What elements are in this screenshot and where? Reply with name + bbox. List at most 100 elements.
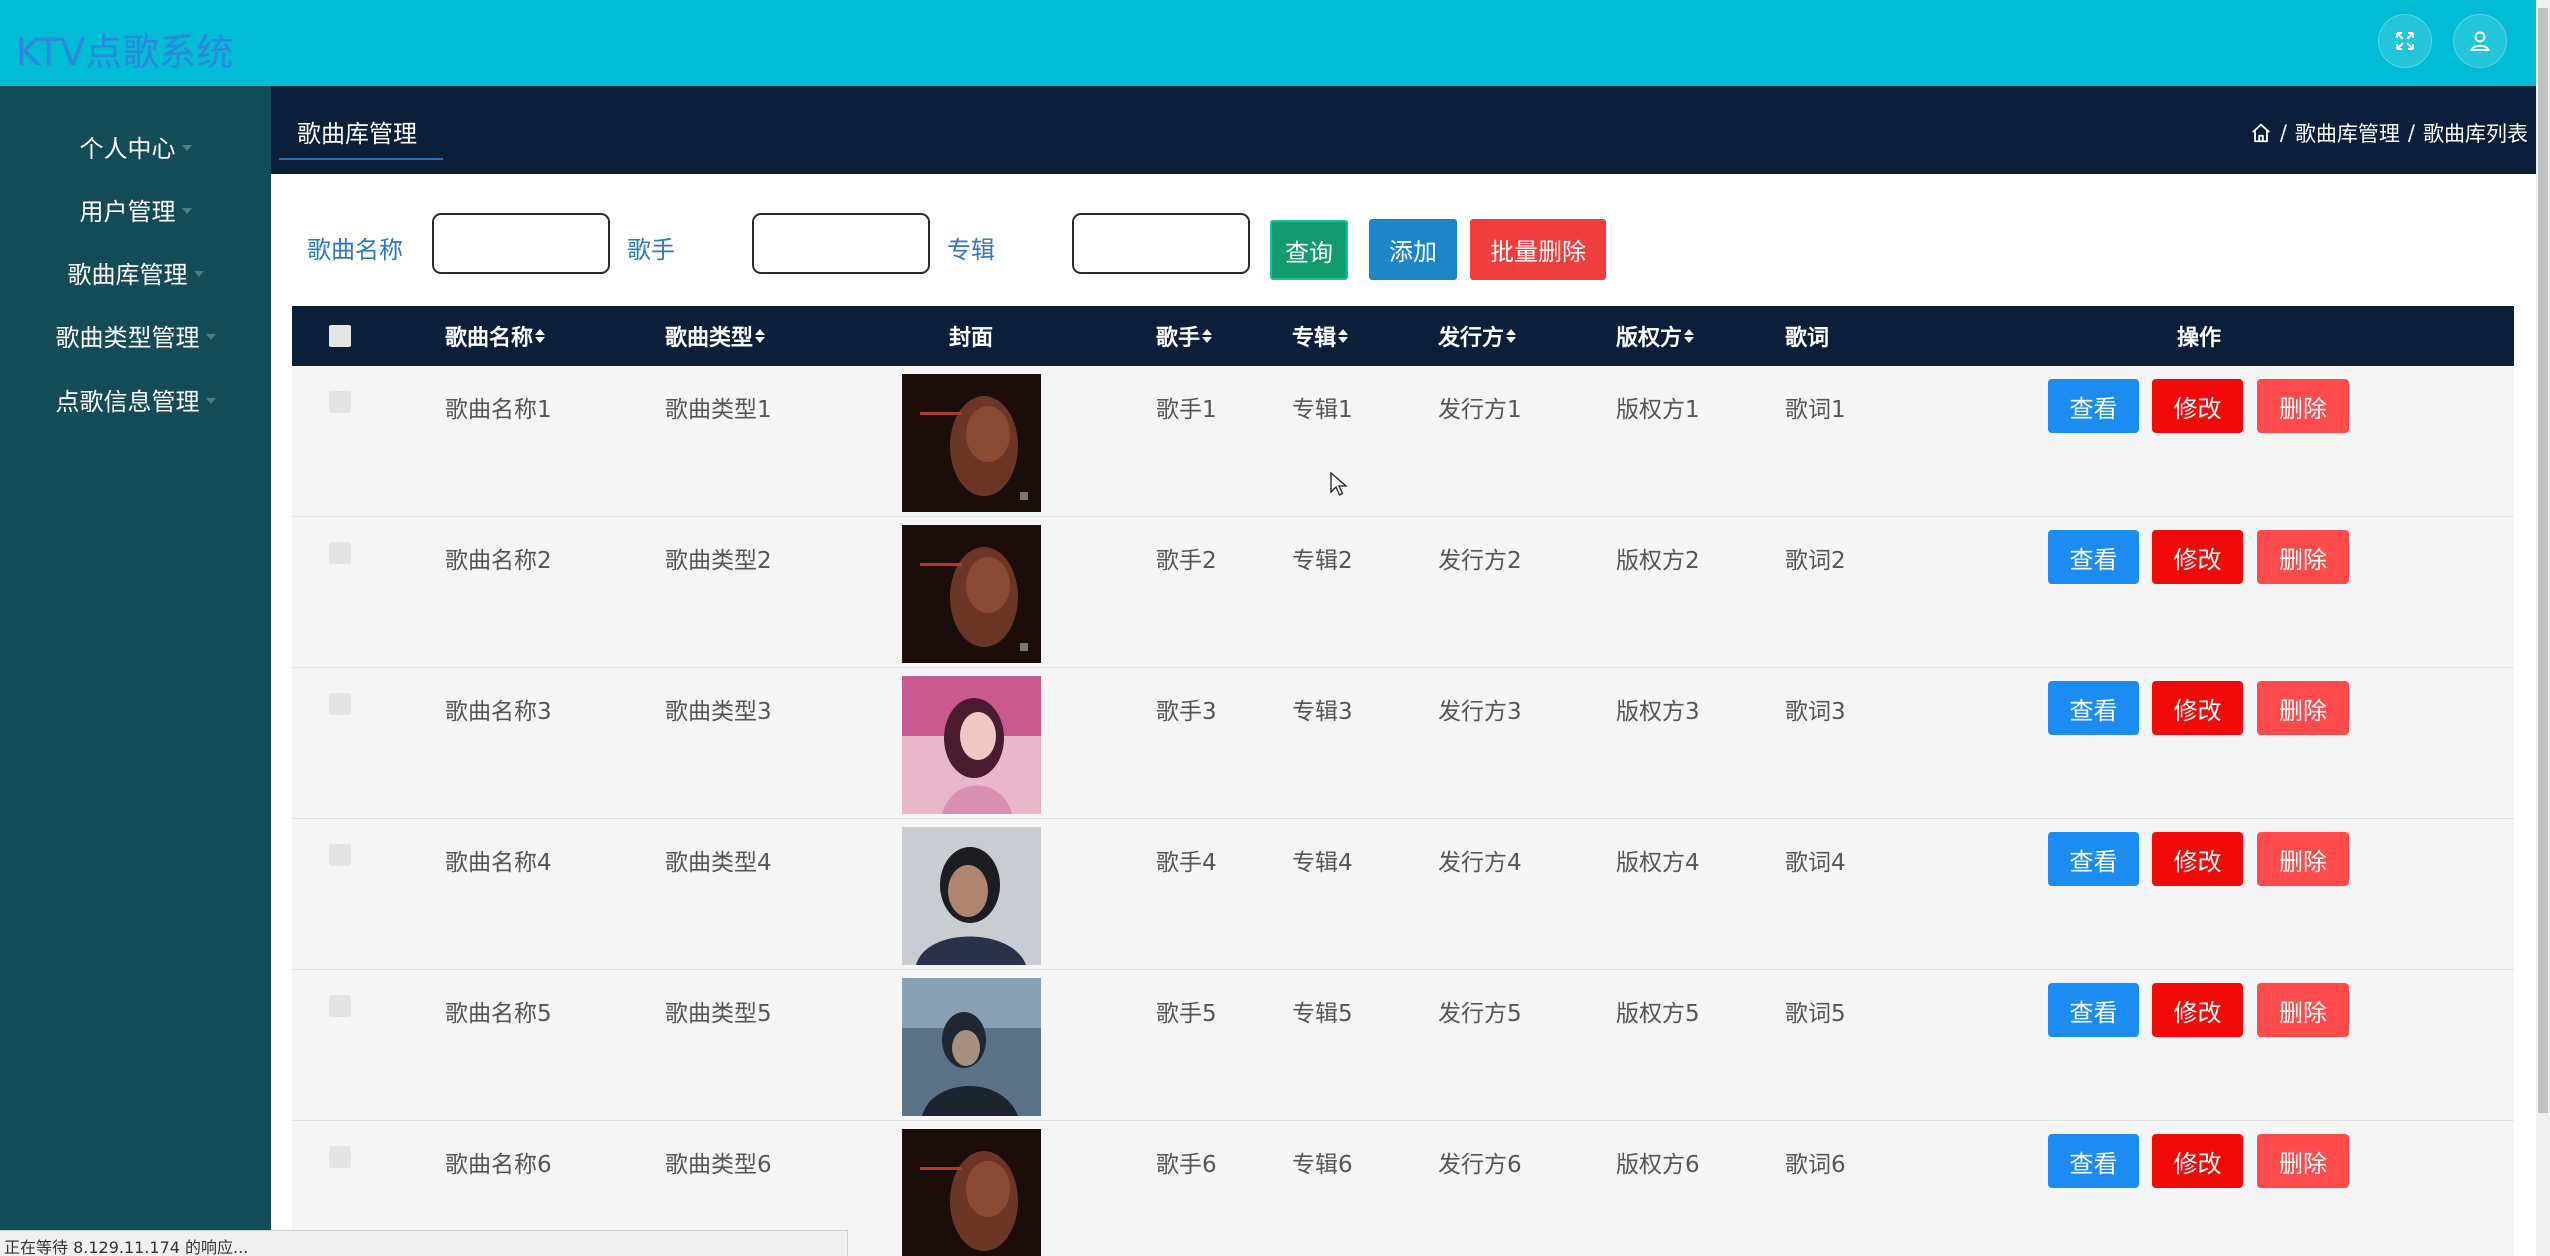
breadcrumb: / 歌曲库管理 / 歌曲库列表 (2250, 118, 2528, 148)
table-row: 歌曲名称1 歌曲类型1 歌手1 专辑1 发行方1 版权方1 歌词1 查看 修改 … (292, 366, 2514, 517)
cell-copyright: 版权方2 (1616, 548, 1700, 574)
column-header-type[interactable]: 歌曲类型 (665, 306, 766, 366)
cell-album: 专辑4 (1292, 850, 1353, 876)
sort-icon (755, 328, 766, 344)
page-tab-title[interactable]: 歌曲库管理 (297, 114, 417, 149)
singer-label: 歌手 (627, 236, 675, 264)
column-header-cover: 封面 (949, 326, 994, 351)
batch-delete-button[interactable]: 批量删除 (1470, 219, 1606, 280)
chevron-down-icon (181, 208, 192, 214)
album-label: 专辑 (947, 236, 995, 264)
scrollbar-thumb[interactable] (2538, 8, 2548, 1113)
column-header-name[interactable]: 歌曲名称 (445, 306, 546, 366)
sort-icon (1338, 328, 1349, 344)
edit-button[interactable]: 修改 (2152, 681, 2243, 735)
cell-publisher: 发行方6 (1438, 1152, 1522, 1178)
add-button[interactable]: 添加 (1369, 219, 1457, 280)
chevron-down-icon (181, 145, 192, 151)
cell-song-name: 歌曲名称4 (445, 850, 552, 876)
row-checkbox[interactable] (329, 1146, 351, 1168)
cell-publisher: 发行方1 (1438, 397, 1522, 423)
select-all-checkbox[interactable] (329, 325, 351, 347)
cell-song-type: 歌曲类型4 (665, 850, 772, 876)
sidebar-item-label: 用户管理 (79, 197, 176, 226)
view-button[interactable]: 查看 (2048, 832, 2139, 886)
table-row: 歌曲名称4 歌曲类型4 歌手4 专辑4 发行方4 版权方4 歌词4 查看 修改 … (292, 819, 2514, 970)
fullscreen-icon (2396, 32, 2414, 50)
sidebar-item-song-library[interactable]: 歌曲库管理 (0, 242, 271, 302)
delete-button[interactable]: 删除 (2257, 832, 2349, 886)
cell-song-name: 歌曲名称6 (445, 1152, 552, 1178)
cell-copyright: 版权方1 (1616, 397, 1700, 423)
cell-album: 专辑1 (1292, 397, 1353, 423)
delete-button[interactable]: 删除 (2257, 983, 2349, 1037)
sidebar-item-label: 歌曲库管理 (67, 260, 188, 289)
column-header-copyright[interactable]: 版权方 (1616, 306, 1695, 366)
breadcrumb-level1[interactable]: 歌曲库管理 (2295, 118, 2400, 148)
user-button[interactable] (2453, 14, 2507, 68)
column-header-singer[interactable]: 歌手 (1156, 306, 1213, 366)
cell-song-type: 歌曲类型5 (665, 1001, 772, 1027)
view-button[interactable]: 查看 (2048, 1134, 2139, 1188)
view-button[interactable]: 查看 (2048, 983, 2139, 1037)
song-name-input[interactable] (432, 213, 610, 274)
vertical-scrollbar[interactable] (2536, 0, 2550, 1256)
delete-button[interactable]: 删除 (2257, 681, 2349, 735)
sidebar-item-song-type[interactable]: 歌曲类型管理 (0, 305, 271, 365)
edit-button[interactable]: 修改 (2152, 832, 2243, 886)
cell-song-name: 歌曲名称5 (445, 1001, 552, 1027)
top-header: KTV点歌系统 (0, 0, 2536, 86)
cell-copyright: 版权方4 (1616, 850, 1700, 876)
edit-button[interactable]: 修改 (2152, 1134, 2243, 1188)
page-title-bar: 歌曲库管理 / 歌曲库管理 / 歌曲库列表 (271, 86, 2536, 174)
cell-song-name: 歌曲名称3 (445, 699, 552, 725)
delete-button[interactable]: 删除 (2257, 379, 2349, 433)
row-checkbox[interactable] (329, 391, 351, 413)
row-checkbox[interactable] (329, 995, 351, 1017)
view-button[interactable]: 查看 (2048, 530, 2139, 584)
column-header-publisher[interactable]: 发行方 (1438, 306, 1517, 366)
row-checkbox[interactable] (329, 693, 351, 715)
cell-publisher: 发行方2 (1438, 548, 1522, 574)
app-title: KTV点歌系统 (16, 31, 234, 74)
fullscreen-button[interactable] (2378, 14, 2432, 68)
query-button[interactable]: 查询 (1270, 220, 1348, 280)
cell-singer: 歌手4 (1156, 850, 1217, 876)
sidebar-item-user-management[interactable]: 用户管理 (0, 179, 271, 239)
view-button[interactable]: 查看 (2048, 379, 2139, 433)
album-input[interactable] (1072, 213, 1250, 274)
cell-singer: 歌手1 (1156, 397, 1217, 423)
breadcrumb-separator: / (2407, 121, 2415, 145)
row-checkbox[interactable] (329, 542, 351, 564)
sidebar-item-label: 歌曲类型管理 (55, 323, 200, 352)
table-row: 歌曲名称3 歌曲类型3 歌手3 专辑3 发行方3 版权方3 歌词3 查看 修改 … (292, 668, 2514, 819)
cell-song-type: 歌曲类型1 (665, 397, 772, 423)
edit-button[interactable]: 修改 (2152, 530, 2243, 584)
column-header-album[interactable]: 专辑 (1292, 306, 1349, 366)
cell-song-name: 歌曲名称2 (445, 548, 552, 574)
cell-publisher: 发行方3 (1438, 699, 1522, 725)
cover-image (902, 525, 1041, 663)
view-button[interactable]: 查看 (2048, 681, 2139, 735)
sort-icon (1202, 328, 1213, 344)
breadcrumb-level2: 歌曲库列表 (2423, 122, 2528, 146)
table-body: 歌曲名称1 歌曲类型1 歌手1 专辑1 发行方1 版权方1 歌词1 查看 修改 … (292, 366, 2514, 1256)
cover-image (902, 374, 1041, 512)
delete-button[interactable]: 删除 (2257, 530, 2349, 584)
edit-button[interactable]: 修改 (2152, 379, 2243, 433)
sort-icon (535, 328, 546, 344)
delete-button[interactable]: 删除 (2257, 1134, 2349, 1188)
sidebar-item-personal-center[interactable]: 个人中心 (0, 116, 271, 176)
cell-lyrics: 歌词1 (1785, 397, 1846, 423)
table-row: 歌曲名称5 歌曲类型5 歌手5 专辑5 发行方5 版权方5 歌词5 查看 修改 … (292, 970, 2514, 1121)
chevron-down-icon (205, 398, 216, 404)
breadcrumb-separator: / (2279, 121, 2287, 145)
cover-image (902, 676, 1041, 814)
row-checkbox[interactable] (329, 844, 351, 866)
edit-button[interactable]: 修改 (2152, 983, 2243, 1037)
home-icon[interactable] (2250, 122, 2272, 144)
cell-lyrics: 歌词6 (1785, 1152, 1846, 1178)
cell-copyright: 版权方6 (1616, 1152, 1700, 1178)
singer-input[interactable] (752, 213, 930, 274)
sidebar-item-song-request[interactable]: 点歌信息管理 (0, 369, 271, 429)
